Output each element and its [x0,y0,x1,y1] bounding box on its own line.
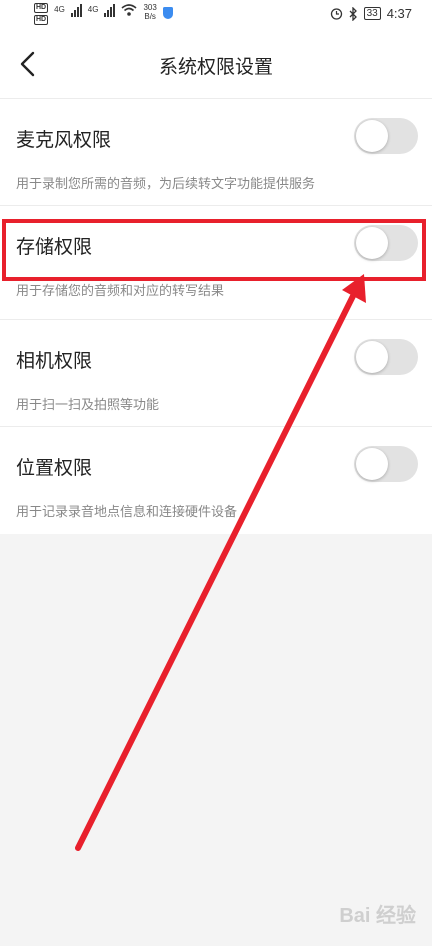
toggle-knob [356,120,388,152]
permission-label: 相机权限 [16,350,93,372]
toggle-knob [356,341,388,373]
storage-toggle[interactable] [354,225,418,261]
status-right: 33 4:37 [330,6,412,21]
page-title: 系统权限设置 [158,56,273,78]
battery-icon: 33 [363,7,381,20]
camera-toggle[interactable] [354,339,418,375]
permission-item-location: 位置权限 用于记录录音地点信息和连接硬件设备 [0,427,432,534]
location-toggle[interactable] [354,446,418,482]
permission-label: 麦克风权限 [16,129,112,151]
toggle-knob [356,227,388,259]
permission-description: 用于记录录音地点信息和连接硬件设备 [16,505,238,520]
permission-item-camera: 相机权限 用于扫一扫及拍照等功能 [0,320,432,427]
clock: 4:37 [386,6,412,21]
permission-list: 麦克风权限 用于录制您所需的音频，为后续转文字功能提供服务 存储权限 用于存储您… [0,99,432,534]
net-speed-value: 303 [143,3,157,12]
signal-icon [70,3,82,17]
net-speed-unit: B/s [144,12,156,21]
wifi-icon [121,4,137,16]
sim2-label: 4G [87,5,99,14]
permission-item-storage: 存储权限 用于存储您的音频和对应的转写结果 [0,206,432,320]
shield-icon [162,7,173,19]
permission-description: 用于录制您所需的音频，为后续转文字功能提供服务 [16,177,316,192]
toggle-knob [356,448,388,480]
status-left: HD HD 4G 4G 303 B/s [34,3,173,25]
hd-badges: HD HD [34,3,49,25]
hd-badge: HD [34,3,49,13]
bluetooth-icon [349,6,357,21]
permission-description: 用于扫一扫及拍照等功能 [16,398,160,413]
signal-icon [104,3,116,17]
permission-label: 存储权限 [16,236,93,258]
net-speed: 303 B/s [143,3,156,21]
microphone-toggle[interactable] [354,118,418,154]
sim1-label: 4G [54,5,65,14]
title-bar: 系统权限设置 [0,30,432,99]
status-bar: HD HD 4G 4G 303 B/s 33 4:37 [0,0,432,30]
permission-description: 用于存储您的音频和对应的转写结果 [16,284,225,299]
permission-label: 位置权限 [16,457,93,479]
permission-item-microphone: 麦克风权限 用于录制您所需的音频，为后续转文字功能提供服务 [0,99,432,206]
alarm-icon [330,8,342,20]
hd-badge: HD [34,15,49,25]
watermark: Bai 经验 [339,905,416,927]
